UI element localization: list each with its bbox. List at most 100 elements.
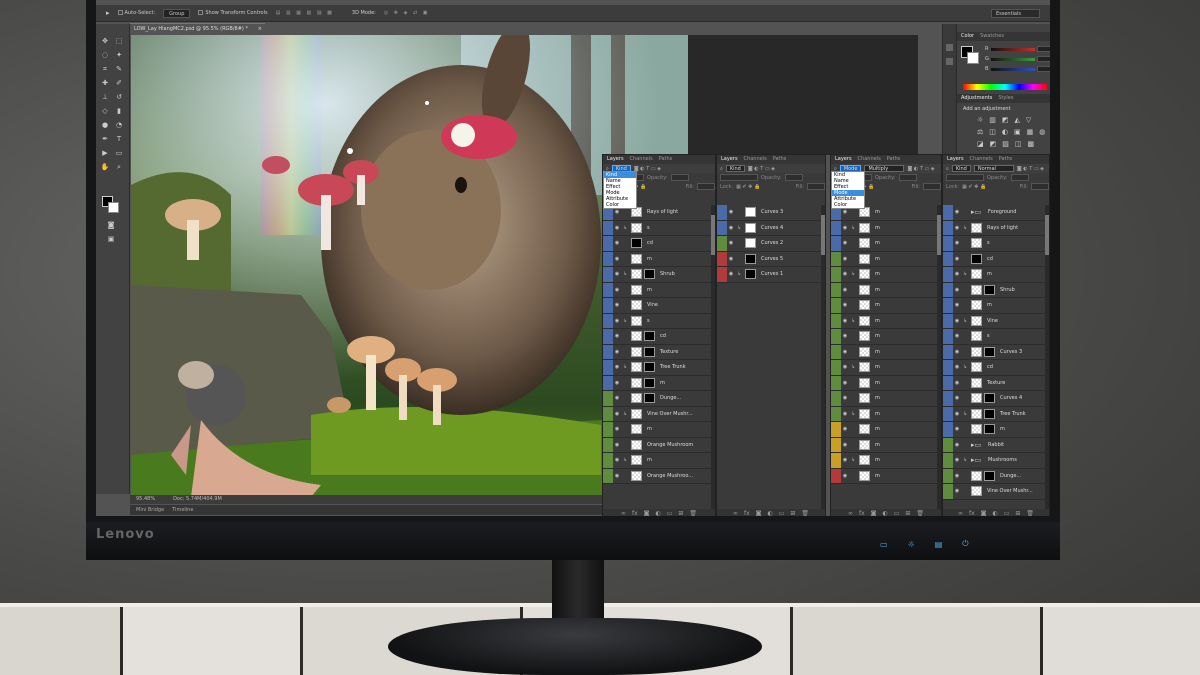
- layer-thumbnail[interactable]: [859, 377, 870, 388]
- layer-row[interactable]: ◉ Vine: [603, 298, 711, 314]
- layer-thumbnail[interactable]: [631, 253, 642, 264]
- layer-row[interactable]: ◉ ↳ Curves 4: [717, 220, 821, 236]
- layer-thumbnail[interactable]: [971, 470, 982, 481]
- layer-name[interactable]: m: [647, 256, 652, 262]
- eye-icon[interactable]: ◉: [841, 267, 849, 282]
- footer-icon[interactable]: ◙: [871, 509, 877, 516]
- layer-thumbnail[interactable]: [631, 393, 642, 404]
- layer-row[interactable]: ◉ ▸▭ Rabbit: [943, 437, 1045, 453]
- layer-row[interactable]: ◉ ↳ m: [943, 267, 1045, 283]
- eye-icon[interactable]: ◉: [841, 236, 849, 251]
- auto-select-toggle[interactable]: Auto-Select:: [117, 10, 155, 16]
- layer-row[interactable]: ◉ m: [831, 437, 937, 453]
- layer-name[interactable]: m: [875, 364, 880, 370]
- adjustment-icon[interactable]: ☼: [977, 116, 983, 124]
- footer-icon[interactable]: ∞: [958, 509, 963, 516]
- layer-mask-thumbnail[interactable]: [984, 393, 995, 404]
- layer-name[interactable]: cd: [647, 240, 653, 246]
- footer-icon[interactable]: ▭: [1004, 509, 1010, 516]
- layer-thumbnail[interactable]: [859, 455, 870, 466]
- eye-icon[interactable]: ◉: [953, 252, 961, 267]
- layer-thumbnail[interactable]: [631, 377, 642, 388]
- layer-mask-thumbnail[interactable]: [644, 362, 655, 373]
- eye-icon[interactable]: ◉: [953, 484, 961, 499]
- layer-row[interactable]: ◉ m: [831, 422, 937, 438]
- layer-name[interactable]: cd: [987, 256, 993, 262]
- layer-row[interactable]: ◉ ↳ Curves 1: [717, 267, 821, 283]
- layer-row[interactable]: ◉ ↳ m: [603, 453, 711, 469]
- tab-layers[interactable]: Layers: [947, 155, 964, 164]
- auto-select-target[interactable]: Group: [163, 8, 191, 18]
- footer-icon[interactable]: ▭: [894, 509, 900, 516]
- layer-thumbnail[interactable]: [631, 470, 642, 481]
- layer-name[interactable]: s: [987, 240, 990, 246]
- layer-name[interactable]: Curves 4: [1000, 395, 1022, 401]
- fill-input[interactable]: [1031, 183, 1049, 190]
- layer-name[interactable]: Curves 2: [761, 240, 783, 246]
- layer-thumbnail[interactable]: [971, 486, 982, 497]
- opacity-input[interactable]: [898, 174, 917, 181]
- layer-name[interactable]: m: [875, 271, 880, 277]
- eye-icon[interactable]: ◉: [953, 221, 961, 236]
- tab-color[interactable]: Color: [961, 32, 974, 41]
- layer-thumbnail[interactable]: [859, 238, 870, 249]
- footer-icon[interactable]: fx: [859, 509, 865, 516]
- channel-r-value[interactable]: [1037, 46, 1050, 52]
- layer-row[interactable]: ◉ m: [831, 344, 937, 360]
- footer-icon[interactable]: ⊞: [905, 509, 910, 516]
- eye-icon[interactable]: ◉: [841, 469, 849, 484]
- layer-row[interactable]: ◉ m: [831, 282, 937, 298]
- layer-row[interactable]: ◉ m: [943, 422, 1045, 438]
- layer-thumbnail[interactable]: [859, 222, 870, 233]
- footer-icon[interactable]: ◐: [655, 509, 660, 516]
- footer-icon[interactable]: ∞: [733, 509, 738, 516]
- layer-name[interactable]: Curves 3: [761, 209, 783, 215]
- layer-row[interactable]: ◉ s: [943, 329, 1045, 345]
- brush-tool-icon[interactable]: ✐: [114, 78, 124, 88]
- eye-icon[interactable]: ◉: [841, 314, 849, 329]
- layer-row[interactable]: ◉ ↳ cd: [943, 360, 1045, 376]
- layer-name[interactable]: m: [647, 426, 652, 432]
- footer-icon[interactable]: 🗑: [801, 509, 809, 516]
- layer-thumbnail[interactable]: [971, 222, 982, 233]
- layer-thumbnail[interactable]: [631, 315, 642, 326]
- layer-thumbnail[interactable]: [971, 424, 982, 435]
- layer-row[interactable]: ◉ m: [831, 236, 937, 252]
- channel-b-slider[interactable]: [991, 68, 1035, 71]
- layer-row[interactable]: ◉ Curves 3: [717, 205, 821, 221]
- eye-icon[interactable]: ◉: [841, 283, 849, 298]
- opacity-input[interactable]: [784, 174, 803, 181]
- tab-styles[interactable]: Styles: [998, 94, 1013, 103]
- layer-mask-thumbnail[interactable]: [644, 393, 655, 404]
- layer-row[interactable]: ◉ Orange Mushroom: [603, 437, 711, 453]
- layer-name[interactable]: m: [875, 349, 880, 355]
- eye-icon[interactable]: ◉: [953, 298, 961, 313]
- eye-icon[interactable]: ◉: [953, 453, 961, 468]
- power-icon[interactable]: ⏻: [962, 539, 968, 549]
- layer-row[interactable]: ◉ Orange Mushroo...: [603, 468, 711, 484]
- layer-thumbnail[interactable]: [631, 439, 642, 450]
- tab-channels[interactable]: Channels: [630, 155, 653, 164]
- tab-paths[interactable]: Paths: [887, 155, 901, 164]
- 3d-icons[interactable]: ◎ ✥ ◈ ⇄ ▣: [384, 10, 430, 16]
- layer-thumbnail[interactable]: [745, 238, 756, 249]
- layer-thumbnail[interactable]: [859, 393, 870, 404]
- footer-icon[interactable]: ◐: [992, 509, 997, 516]
- clone-stamp-icon[interactable]: ⊥: [100, 92, 110, 102]
- layer-name[interactable]: m: [875, 287, 880, 293]
- eye-icon[interactable]: ◉: [613, 221, 621, 236]
- close-icon[interactable]: ×: [258, 24, 262, 34]
- footer-icon[interactable]: ◙: [644, 509, 650, 516]
- layer-name[interactable]: Tree Trunk: [1000, 411, 1026, 417]
- channel-r-slider[interactable]: [991, 48, 1035, 51]
- adjustment-icon[interactable]: ▥: [989, 116, 996, 124]
- tab-paths[interactable]: Paths: [999, 155, 1013, 164]
- layer-thumbnail[interactable]: [631, 408, 642, 419]
- layer-row[interactable]: ◉ ↳ ▸▭ Mushrooms: [943, 453, 1045, 469]
- layer-row[interactable]: ◉ ↳ m: [831, 220, 937, 236]
- layer-row[interactable]: ◉ Curves 4: [943, 391, 1045, 407]
- layer-thumbnail[interactable]: [859, 300, 870, 311]
- layer-thumbnail[interactable]: [859, 439, 870, 450]
- layer-name[interactable]: s: [647, 225, 650, 231]
- footer-icon[interactable]: fx: [744, 509, 750, 516]
